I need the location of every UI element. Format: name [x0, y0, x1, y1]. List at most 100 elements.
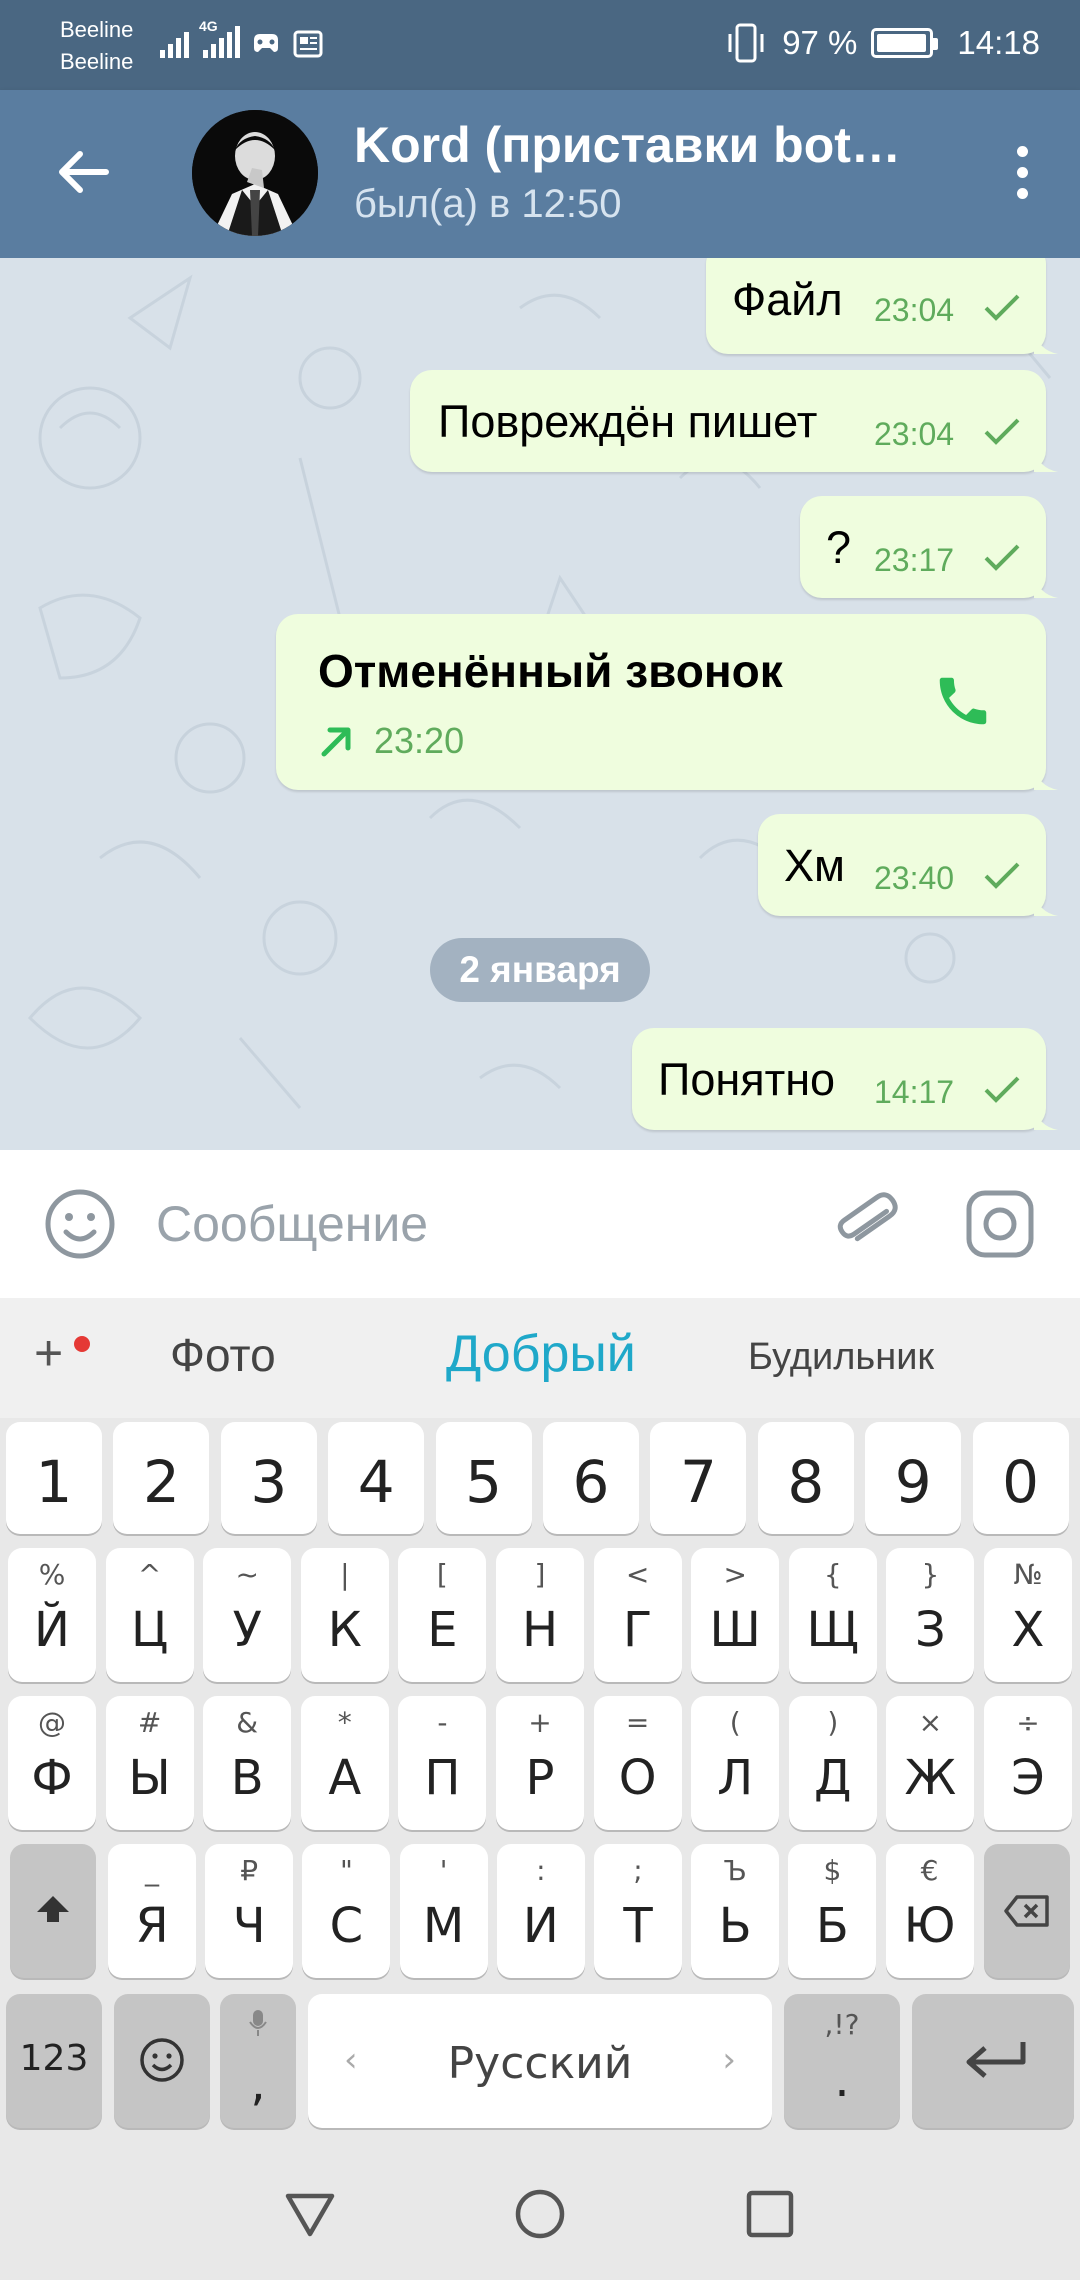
key-Щ[interactable]: {Щ — [788, 1548, 877, 1682]
bubble-tail — [1034, 766, 1058, 790]
message-bubble[interactable]: ? 23:17 — [800, 496, 1058, 598]
suggestion-right[interactable]: Будильник — [748, 1336, 934, 1379]
backspace-key[interactable] — [984, 1844, 1070, 1978]
bubble-tail — [1034, 330, 1058, 354]
key-Ч[interactable]: ₽ Ч — [205, 1844, 294, 1978]
key-Р[interactable]: + Р — [496, 1696, 584, 1830]
numbers-mode-key[interactable]: 123 — [6, 1994, 102, 2128]
space-key[interactable]: ‹ Русский › — [308, 1994, 772, 2128]
comma-key[interactable]: , — [220, 1994, 296, 2128]
nav-home-circle-icon[interactable] — [510, 2184, 570, 2244]
battery-icon — [871, 28, 939, 58]
key-З[interactable]: } З — [886, 1548, 975, 1682]
message-input[interactable] — [156, 1184, 776, 1264]
message-text: Файл — [732, 274, 843, 325]
message-text: ? — [826, 522, 852, 573]
key-Ш[interactable]: > Ш — [691, 1548, 780, 1682]
suggestion-left[interactable]: Фото — [170, 1328, 276, 1382]
key-5[interactable]: 5 — [435, 1422, 532, 1534]
key-Х[interactable]: № Х — [984, 1548, 1072, 1682]
bubble-tail — [1034, 1106, 1058, 1130]
key-Й[interactable]: % Й — [8, 1548, 96, 1682]
shift-key[interactable] — [10, 1844, 96, 1978]
more-menu-icon[interactable] — [990, 130, 1054, 214]
nav-back-triangle-icon[interactable] — [280, 2184, 340, 2244]
emoji-key[interactable] — [114, 1994, 210, 2128]
key-1[interactable]: 1 — [6, 1422, 102, 1534]
key-3[interactable]: 3 — [220, 1422, 317, 1534]
call-message-bubble[interactable]: Отменённый звонок 23:20 — [276, 614, 1058, 790]
suggestion-middle[interactable]: Добрый — [446, 1324, 636, 1384]
key-Я[interactable]: _ Я — [108, 1844, 196, 1978]
key-Ф[interactable]: @ Ф — [8, 1696, 96, 1830]
key-0[interactable]: 0 — [972, 1422, 1069, 1534]
chat-area[interactable]: Файл 23:04 Повреждён пишет 23:04 ? 23:17… — [0, 258, 1080, 1150]
key-Ю[interactable]: € Ю — [885, 1844, 974, 1978]
key-Б[interactable]: $ Б — [788, 1844, 877, 1978]
message-time: 23:40 — [874, 860, 955, 896]
key-Ц[interactable]: ^ Ц — [105, 1548, 194, 1682]
microphone-icon — [249, 2010, 267, 2036]
key-Ж[interactable]: × Ж — [886, 1696, 975, 1830]
keyboard-plus-button[interactable]: + — [34, 1324, 90, 1384]
bubble-tail — [1034, 892, 1058, 916]
key-К[interactable]: | К — [300, 1548, 389, 1682]
key-У[interactable]: ~ У — [203, 1548, 292, 1682]
message-bubble[interactable]: Повреждён пишет 23:04 — [410, 370, 1058, 472]
carrier-names: Beeline Beeline — [60, 14, 133, 78]
carrier-1: Beeline — [60, 17, 134, 42]
message-time: 23:04 — [874, 292, 955, 328]
key-И[interactable]: :И — [496, 1844, 585, 1978]
key-8[interactable]: 8 — [757, 1422, 854, 1534]
outgoing-call-arrow-icon — [321, 727, 351, 757]
key-6[interactable]: 6 — [543, 1422, 639, 1534]
key-Н[interactable]: ] Н — [496, 1548, 584, 1682]
key-Э[interactable]: ÷ Э — [984, 1696, 1072, 1830]
back-arrow-icon[interactable] — [52, 140, 116, 204]
period-key[interactable]: ,!? . — [784, 1994, 900, 2128]
last-seen-status: был(а) в 12:50 — [354, 182, 622, 226]
key-Ь[interactable]: ЪЬ — [691, 1844, 780, 1978]
signal-4g-icon: 4G — [199, 18, 240, 58]
news-icon — [293, 30, 323, 58]
nav-recents-square-icon[interactable] — [740, 2184, 800, 2244]
message-bubble[interactable]: Файл 23:04 — [706, 258, 1058, 354]
key-4[interactable]: 4 — [328, 1422, 425, 1534]
message-time: 14:17 — [874, 1074, 955, 1110]
message-text: Повреждён пишет — [438, 396, 818, 447]
key-Ы[interactable]: # Ы — [105, 1696, 194, 1830]
key-Л[interactable]: (Л — [691, 1696, 780, 1830]
message-bubble[interactable]: Понятно 14:17 — [632, 1028, 1058, 1130]
key-М[interactable]: ' М — [399, 1844, 488, 1978]
key-А[interactable]: * А — [300, 1696, 389, 1830]
key-В[interactable]: & В — [203, 1696, 292, 1830]
key-С[interactable]: " С — [302, 1844, 391, 1978]
read-check-icon — [984, 544, 1020, 571]
key-7[interactable]: 7 — [650, 1422, 747, 1534]
backspace-icon — [1004, 1895, 1049, 1927]
space-right-chevron-icon: › — [722, 2040, 736, 2080]
key-Е[interactable]: [Е — [398, 1548, 487, 1682]
key-9[interactable]: 9 — [865, 1422, 962, 1534]
key-О[interactable]: = О — [593, 1696, 682, 1830]
key-Г[interactable]: < Г — [593, 1548, 682, 1682]
key-П[interactable]: -П — [398, 1696, 487, 1830]
battery-percent: 97 % — [782, 24, 858, 61]
camera-icon[interactable] — [964, 1188, 1036, 1260]
avatar[interactable] — [192, 110, 318, 236]
status-bar: Beeline Beeline 4G 97 % 14:18 — [0, 0, 1080, 90]
chat-title[interactable]: Kord (приставки bot… — [354, 116, 914, 174]
key-Т[interactable]: ; Т — [594, 1844, 682, 1978]
enter-key[interactable] — [912, 1994, 1074, 2128]
emoji-icon — [140, 2038, 184, 2082]
emoji-icon[interactable] — [44, 1188, 116, 1260]
key-2[interactable]: 2 — [113, 1422, 210, 1534]
key-Д[interactable]: ) Д — [788, 1696, 877, 1830]
status-right: 97 % 14:18 — [724, 22, 1040, 64]
read-check-icon — [984, 294, 1020, 321]
message-bubble[interactable]: Хм 23:40 — [758, 814, 1058, 916]
message-input-bar — [0, 1150, 1080, 1298]
phone-call-icon[interactable] — [932, 670, 994, 732]
bubble-tail — [1034, 574, 1058, 598]
attach-paperclip-icon[interactable] — [828, 1186, 904, 1262]
